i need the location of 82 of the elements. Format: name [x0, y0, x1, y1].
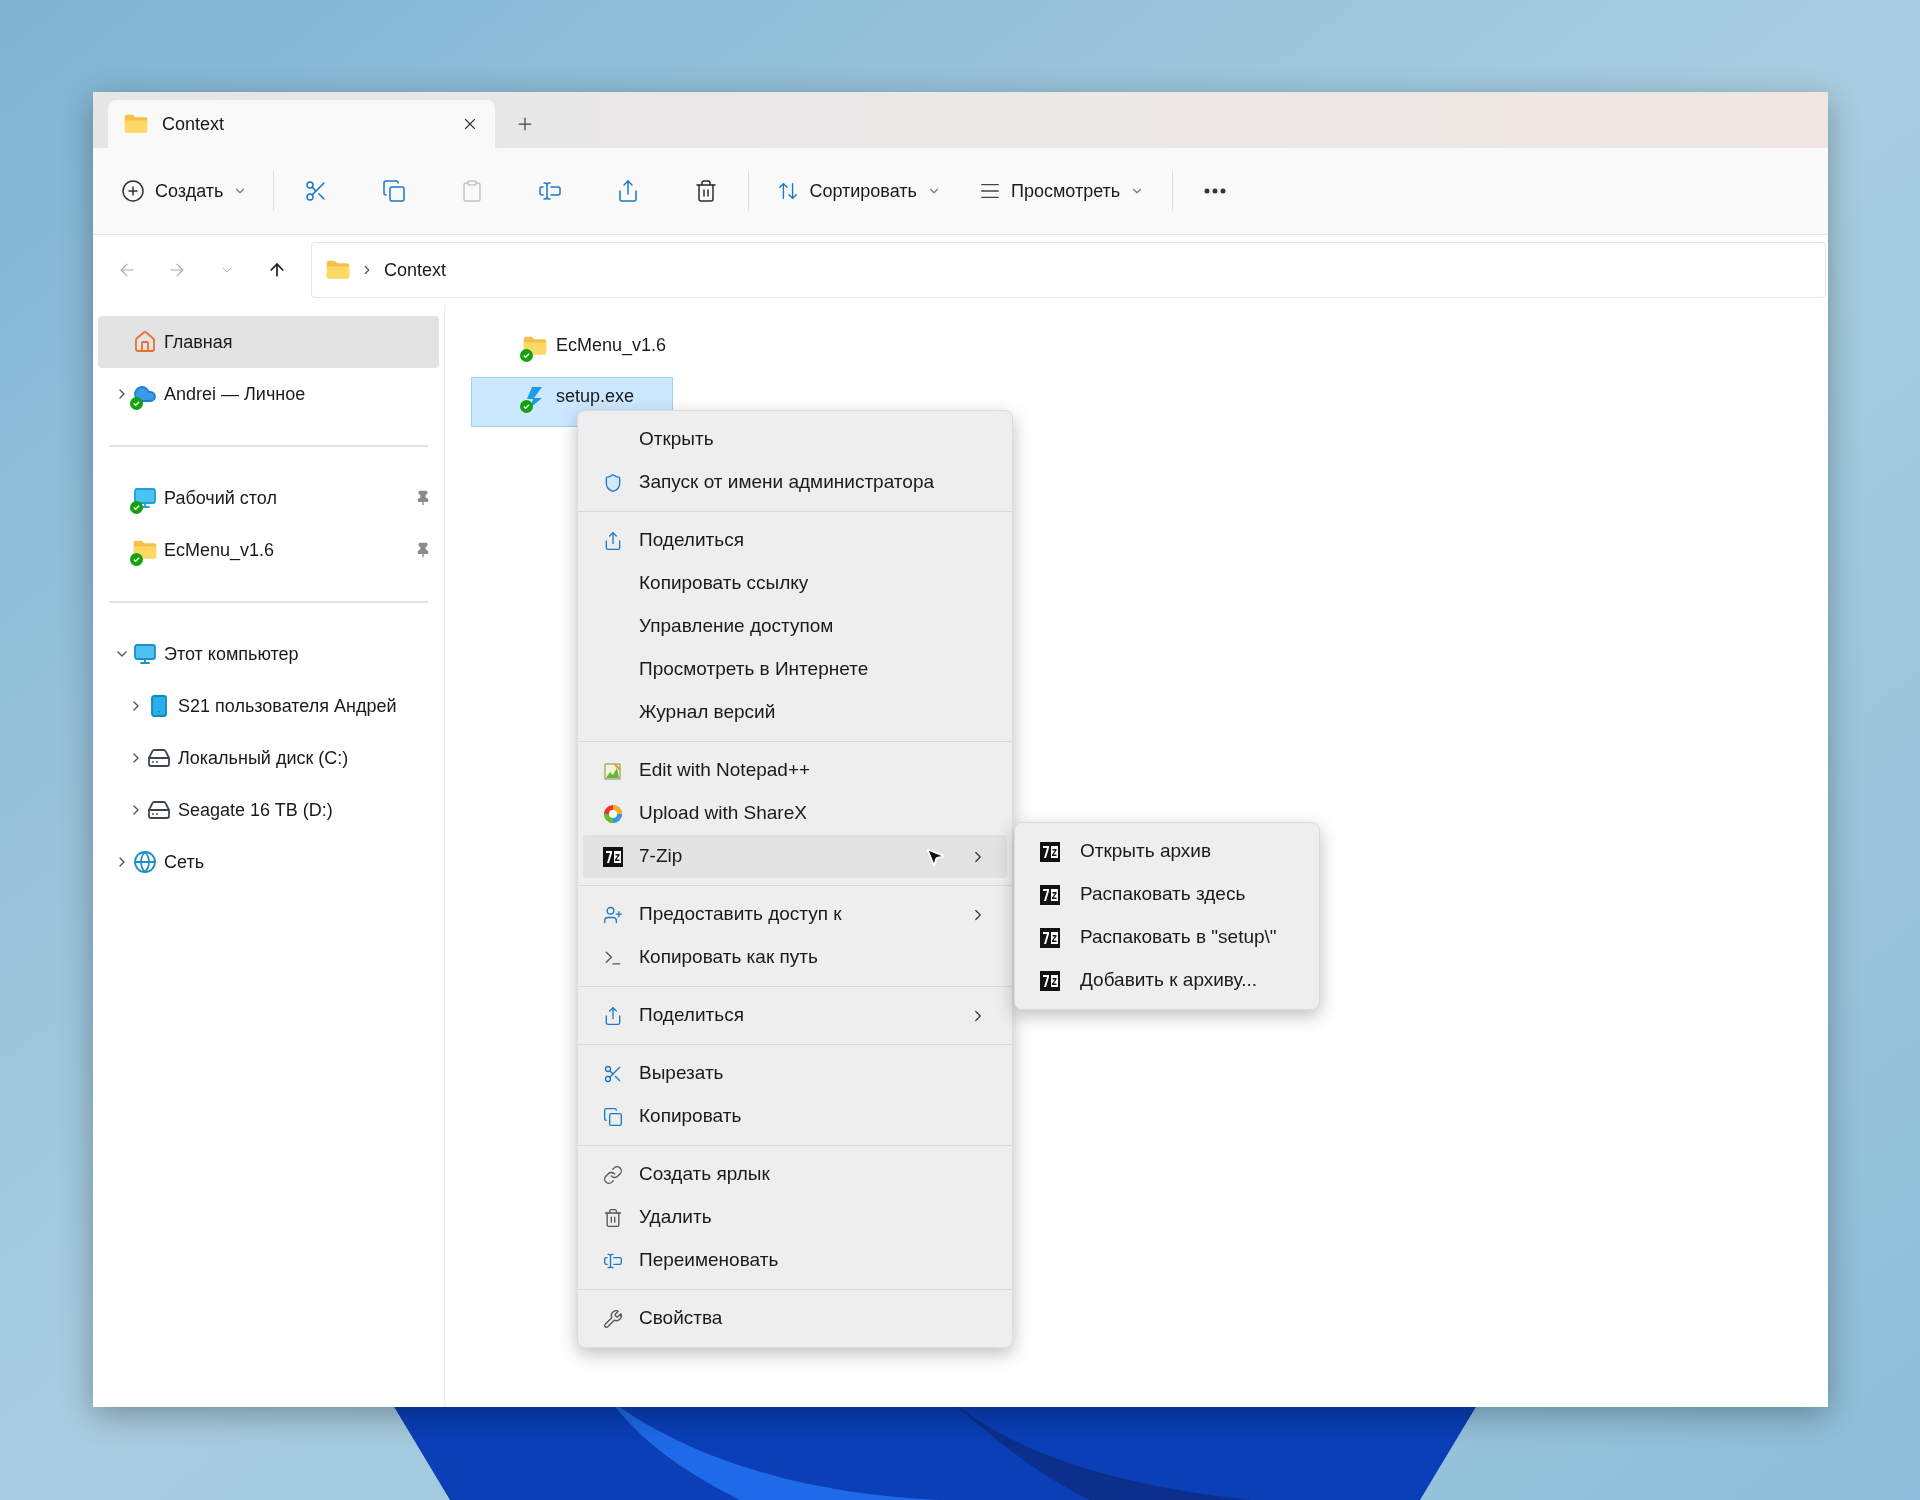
address-bar[interactable]: Context: [311, 242, 1826, 298]
menu-item[interactable]: Просмотреть в Интернете: [583, 648, 1007, 691]
sort-icon: [777, 180, 800, 202]
menu-item[interactable]: Управление доступом: [583, 605, 1007, 648]
menu-item[interactable]: Журнал версий: [583, 691, 1007, 734]
sidebar-item-label: Рабочий стол: [164, 486, 277, 510]
menu-item[interactable]: Копировать: [583, 1095, 1007, 1138]
menu-item[interactable]: Распаковать в "setup\": [1020, 916, 1314, 959]
menu-item[interactable]: Создать ярлык: [583, 1153, 1007, 1196]
menu-item[interactable]: Переименовать: [583, 1239, 1007, 1282]
sidebar-item[interactable]: EcMenu_v1.6: [98, 524, 439, 576]
notepad-icon: [603, 760, 623, 781]
menu-item[interactable]: Добавить к архиву...: [1020, 959, 1314, 1002]
sidebar-item-label: Этот компьютер: [164, 642, 299, 666]
file-item[interactable]: EcMenu_v1.6: [471, 326, 673, 376]
menu-item[interactable]: Edit with Notepad++: [583, 749, 1007, 792]
menu-item[interactable]: Удалить: [583, 1196, 1007, 1239]
sidebar-item-label: Andrei — Личное: [164, 382, 306, 406]
menu-item[interactable]: Поделиться: [583, 994, 1007, 1037]
sidebar-item-label: EcMenu_v1.6: [164, 538, 275, 563]
file-name: setup.exe: [556, 386, 635, 406]
person-icon: [603, 904, 623, 925]
computer-icon: [133, 642, 157, 666]
zip-logo-icon: [1039, 969, 1061, 992]
menu-item[interactable]: 7-Zip: [583, 835, 1007, 878]
zip-logo-icon: [1039, 840, 1061, 863]
zip-logo-icon: [1039, 883, 1061, 906]
menu-item[interactable]: Копировать как путь: [583, 936, 1007, 979]
sidebar-item[interactable]: Сеть: [98, 836, 439, 888]
file-name: EcMenu_v1.6: [556, 335, 667, 355]
copy-icon: [603, 1106, 623, 1127]
share-icon: [603, 1005, 623, 1026]
tab[interactable]: Context: [108, 100, 495, 148]
sidebar-item[interactable]: Локальный диск (C:): [98, 732, 439, 784]
wrench-icon: [603, 1308, 623, 1329]
view-button[interactable]: Просмотреть: [968, 167, 1155, 215]
menu-item[interactable]: Свойства: [583, 1297, 1007, 1340]
folder-icon: [133, 540, 157, 560]
sidebar-item[interactable]: Andrei — Личное: [98, 368, 439, 420]
sidebar-item[interactable]: S21 пользователя Андрей: [98, 680, 439, 732]
sidebar-item-label: Главная: [164, 330, 233, 354]
new-button[interactable]: Создать: [113, 167, 256, 215]
home-icon: [133, 330, 157, 354]
folder-icon: [326, 260, 350, 280]
sidebar-item[interactable]: Seagate 16 TB (D:): [98, 784, 439, 836]
shield-icon: [603, 472, 623, 493]
sidebar-item[interactable]: Рабочий стол: [98, 472, 439, 524]
breadcrumb-item[interactable]: Context: [384, 256, 447, 284]
zip-logo-icon: [602, 845, 624, 868]
link-icon: [603, 1164, 623, 1185]
plus-icon: [121, 179, 145, 203]
mouse-cursor-icon: [924, 846, 946, 868]
drive-icon: [147, 746, 171, 770]
sidebar-item-label: Локальный диск (C:): [178, 746, 349, 770]
menu-item[interactable]: Распаковать здесь: [1020, 873, 1314, 916]
sidebar-item-label: Seagate 16 TB (D:): [178, 798, 333, 822]
sidebar-item[interactable]: Этот компьютер: [98, 628, 439, 680]
share-icon: [603, 530, 623, 551]
network-icon: [133, 850, 157, 874]
menu-item[interactable]: Поделиться: [583, 519, 1007, 562]
desktop-icon: [133, 486, 157, 510]
sharex-logo-icon: [603, 803, 623, 824]
scissors-icon: [603, 1063, 623, 1084]
tab-title: Context: [162, 112, 226, 136]
pin-icon[interactable]: [415, 490, 431, 506]
sidebar-item-label: S21 пользователя Андрей: [178, 694, 397, 718]
more-icon: [1204, 188, 1227, 194]
sidebar-item-label: Сеть: [164, 850, 205, 874]
folder-icon: [523, 336, 547, 356]
menu-item[interactable]: Предоставить доступ к: [583, 893, 1007, 936]
sort-button[interactable]: Сортировать: [767, 167, 951, 215]
pin-icon[interactable]: [415, 542, 431, 558]
drive-icon: [147, 798, 171, 822]
menu-item[interactable]: Upload with ShareX: [583, 792, 1007, 835]
zip-logo-icon: [1039, 926, 1061, 949]
menu-item[interactable]: Запуск от имени администратора: [583, 461, 1007, 504]
menu-item[interactable]: Копировать ссылку: [583, 562, 1007, 605]
menu-item[interactable]: Вырезать: [583, 1052, 1007, 1095]
trash-icon: [603, 1207, 623, 1228]
sidebar-item[interactable]: Главная: [98, 316, 439, 368]
menu-item[interactable]: Открыть архив: [1020, 830, 1314, 873]
folder-icon: [124, 114, 148, 134]
